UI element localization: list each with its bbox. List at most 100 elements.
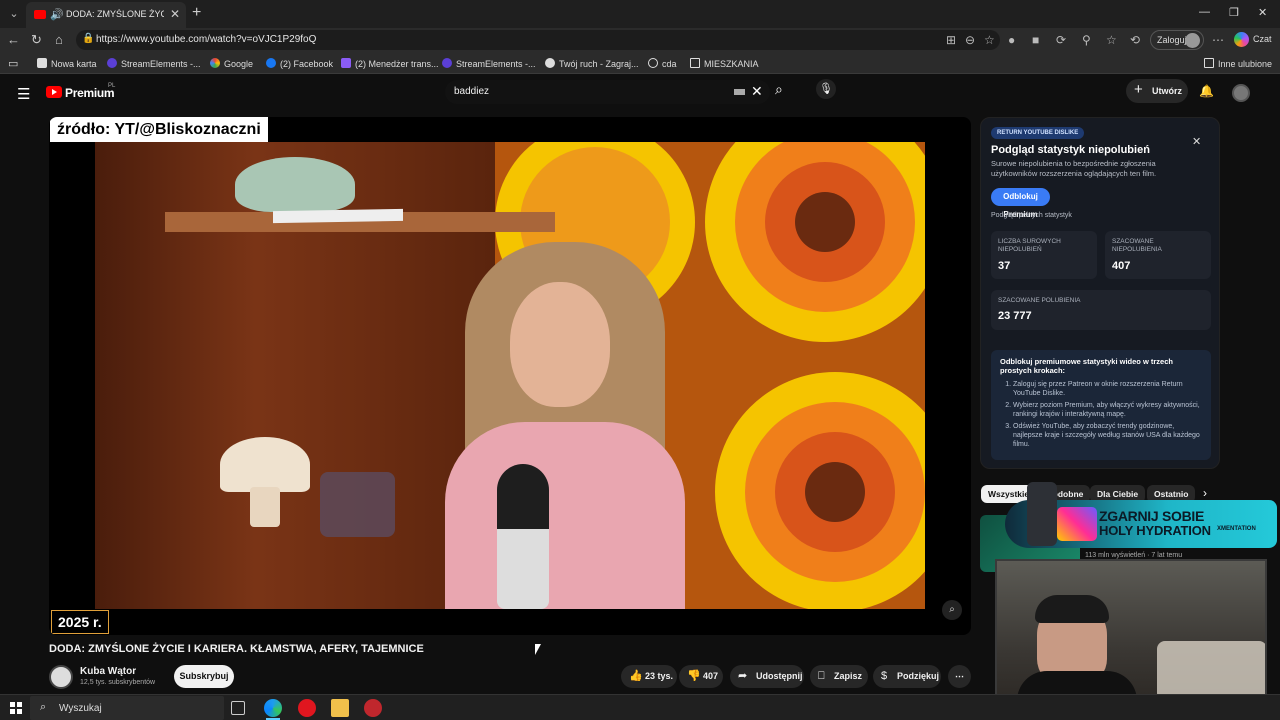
- ad-artwork: [1057, 507, 1097, 541]
- search-box[interactable]: baddiez ✕: [445, 80, 770, 104]
- subscribe-button[interactable]: Subskrybuj: [174, 665, 234, 688]
- opera-icon[interactable]: [298, 699, 316, 717]
- more-actions-icon[interactable]: ⋯: [948, 665, 971, 688]
- raw-dislikes-value: 37: [998, 260, 1011, 272]
- address-bar[interactable]: 🔒 https://www.youtube.com/watch?v=oVJC1P…: [76, 30, 1000, 50]
- favorites-icon[interactable]: ☆: [1106, 33, 1117, 47]
- microphone-icon[interactable]: 🎙: [816, 79, 836, 99]
- home-icon[interactable]: ⌂: [55, 32, 63, 47]
- create-button[interactable]: + Utwórz: [1126, 79, 1188, 103]
- video-title: DODA: ZMYŚLONE ŻYCIE I KARIERA. KŁAMSTWA…: [49, 643, 424, 655]
- tab-title: DODA: ZMYŚLONE ŻYCIE I KARIERA. KŁAMSTWA…: [66, 9, 164, 19]
- bookmark-item[interactable]: StreamElements -...: [442, 58, 536, 69]
- zoom-search-icon[interactable]: ⌕: [942, 600, 962, 620]
- thumbs-up-icon: 👍: [629, 670, 643, 682]
- save-button[interactable]: ⎕ Zapisz: [810, 665, 868, 688]
- estimated-dislikes-value: 407: [1112, 260, 1131, 272]
- bookmark-item[interactable]: (2) Menedżer trans...: [341, 58, 439, 69]
- mouse-cursor: [535, 644, 541, 655]
- other-favorites-folder[interactable]: Inne ulubione: [1204, 58, 1272, 69]
- search-input[interactable]: baddiez: [454, 86, 489, 97]
- extension-icon[interactable]: ⟳: [1056, 33, 1066, 47]
- chevron-right-icon[interactable]: ›: [1203, 486, 1207, 500]
- profile-login-button[interactable]: Zaloguj: [1150, 30, 1204, 50]
- tab-actions-icon[interactable]: ⌄: [6, 6, 22, 22]
- app-available-icon[interactable]: ⊞: [946, 33, 956, 47]
- audio-playing-icon[interactable]: 🔊: [50, 8, 64, 21]
- bookmark-item[interactable]: (2) Facebook: [266, 58, 333, 69]
- url-text[interactable]: https://www.youtube.com/watch?v=oVJC1P29…: [96, 34, 316, 45]
- windows-taskbar: ⌕ Wyszukaj: [0, 694, 1280, 720]
- like-button[interactable]: 👍 23 tys.: [621, 665, 677, 688]
- extensions-puzzle-icon[interactable]: ⚲: [1082, 33, 1091, 47]
- country-code: PL: [108, 83, 116, 89]
- close-tab-icon[interactable]: ✕: [170, 7, 180, 21]
- video-frame[interactable]: [95, 142, 925, 609]
- promo-step: Zaloguj się przez Patreon w oknie rozsze…: [1013, 380, 1203, 398]
- search-icon: ⌕: [40, 701, 47, 713]
- reload-icon[interactable]: ↻: [31, 32, 42, 48]
- collections-icon[interactable]: ▭: [8, 57, 18, 70]
- subscriber-count: 12,5 tys. subskrybentów: [80, 679, 156, 686]
- transfer-manager-icon: [341, 58, 351, 68]
- bookmark-item[interactable]: Google: [210, 58, 253, 69]
- channel-avatar[interactable]: [49, 665, 73, 689]
- app-icon[interactable]: [364, 699, 382, 717]
- premium-promo-box: Odblokuj premiumowe statystyki wideo w t…: [991, 350, 1211, 460]
- year-overlay: 2025 r.: [51, 610, 109, 634]
- bookmark-item[interactable]: Twój ruch - Zagraj...: [545, 58, 639, 69]
- clear-search-icon[interactable]: ✕: [751, 83, 763, 100]
- new-tab-button[interactable]: +: [192, 4, 201, 22]
- streamer-webcam: [995, 559, 1267, 714]
- copilot-label[interactable]: Czat: [1253, 34, 1272, 44]
- google-icon: [210, 58, 220, 68]
- lamp: [220, 437, 310, 492]
- extension-icon[interactable]: ■: [1032, 33, 1039, 47]
- site-info-icon[interactable]: 🔒: [82, 33, 94, 44]
- zoom-icon[interactable]: ⊖: [965, 33, 975, 47]
- like-count: 23 tys.: [645, 671, 674, 681]
- browser-tab[interactable]: 🔊 DODA: ZMYŚLONE ŻYCIE I KARIERA. KŁAMST…: [26, 2, 186, 28]
- address-toolbar: ← ↻ ⌂ 🔒 https://www.youtube.com/watch?v=…: [0, 28, 1280, 52]
- bookmark-folder[interactable]: MIESZKANIA: [690, 58, 759, 69]
- bookmark-item[interactable]: Nowa karta: [37, 58, 97, 69]
- more-options-icon[interactable]: ⋯: [1212, 33, 1224, 47]
- keyboard-icon[interactable]: [734, 89, 745, 95]
- bookmark-item[interactable]: StreamElements -...: [107, 58, 201, 69]
- account-avatar[interactable]: [1232, 84, 1250, 102]
- estimated-dislikes-label: Szacowane niepolubienia: [1112, 238, 1162, 253]
- unlock-premium-button[interactable]: Odblokuj Premium: [991, 188, 1050, 219]
- windows-start-icon[interactable]: [10, 702, 22, 714]
- edge-browser-icon[interactable]: [264, 699, 282, 717]
- bookmark-item[interactable]: cda: [648, 58, 677, 69]
- back-icon[interactable]: ←: [7, 32, 20, 47]
- extension-icon[interactable]: ●: [1008, 33, 1015, 47]
- close-window-icon[interactable]: ✕: [1258, 6, 1267, 19]
- raw-dislikes-label: Liczba surowych niepolubień: [998, 238, 1061, 253]
- studio-microphone: [497, 464, 549, 609]
- task-view-icon[interactable]: [231, 701, 245, 715]
- video-player[interactable]: źródło: YT/@Bliskoznaczni 2025 r. ⌕: [49, 117, 971, 635]
- sofa: [1157, 641, 1265, 701]
- minimize-icon[interactable]: —: [1199, 6, 1210, 18]
- copilot-icon[interactable]: [1234, 32, 1249, 47]
- dislike-button[interactable]: 👎 407: [679, 665, 723, 688]
- channel-name[interactable]: Kuba Wątor: [80, 666, 136, 677]
- save-label: Zapisz: [834, 671, 863, 681]
- search-icon[interactable]: ⌕: [775, 81, 783, 98]
- restore-icon[interactable]: ❐: [1229, 6, 1239, 19]
- hamburger-menu-icon[interactable]: ☰: [17, 85, 30, 103]
- profile-avatar-icon: [1185, 33, 1200, 48]
- share-button[interactable]: ➦ Udostępnij: [730, 665, 804, 688]
- taskbar-search[interactable]: ⌕ Wyszukaj: [30, 696, 224, 720]
- close-panel-icon[interactable]: ✕: [1192, 135, 1201, 148]
- promo-steps: Zaloguj się przez Patreon w oknie rozsze…: [1003, 380, 1203, 452]
- thanks-button[interactable]: $ Podziękuj: [873, 665, 941, 688]
- history-icon[interactable]: ⟲: [1130, 33, 1140, 47]
- youtube-logo-icon[interactable]: [46, 86, 62, 98]
- file-explorer-icon[interactable]: [331, 699, 349, 717]
- notifications-bell-icon[interactable]: 🔔: [1199, 84, 1214, 98]
- youtube-premium-label[interactable]: Premium: [65, 86, 115, 100]
- dislike-count: 407: [703, 671, 719, 681]
- favorite-star-icon[interactable]: ☆: [984, 33, 995, 47]
